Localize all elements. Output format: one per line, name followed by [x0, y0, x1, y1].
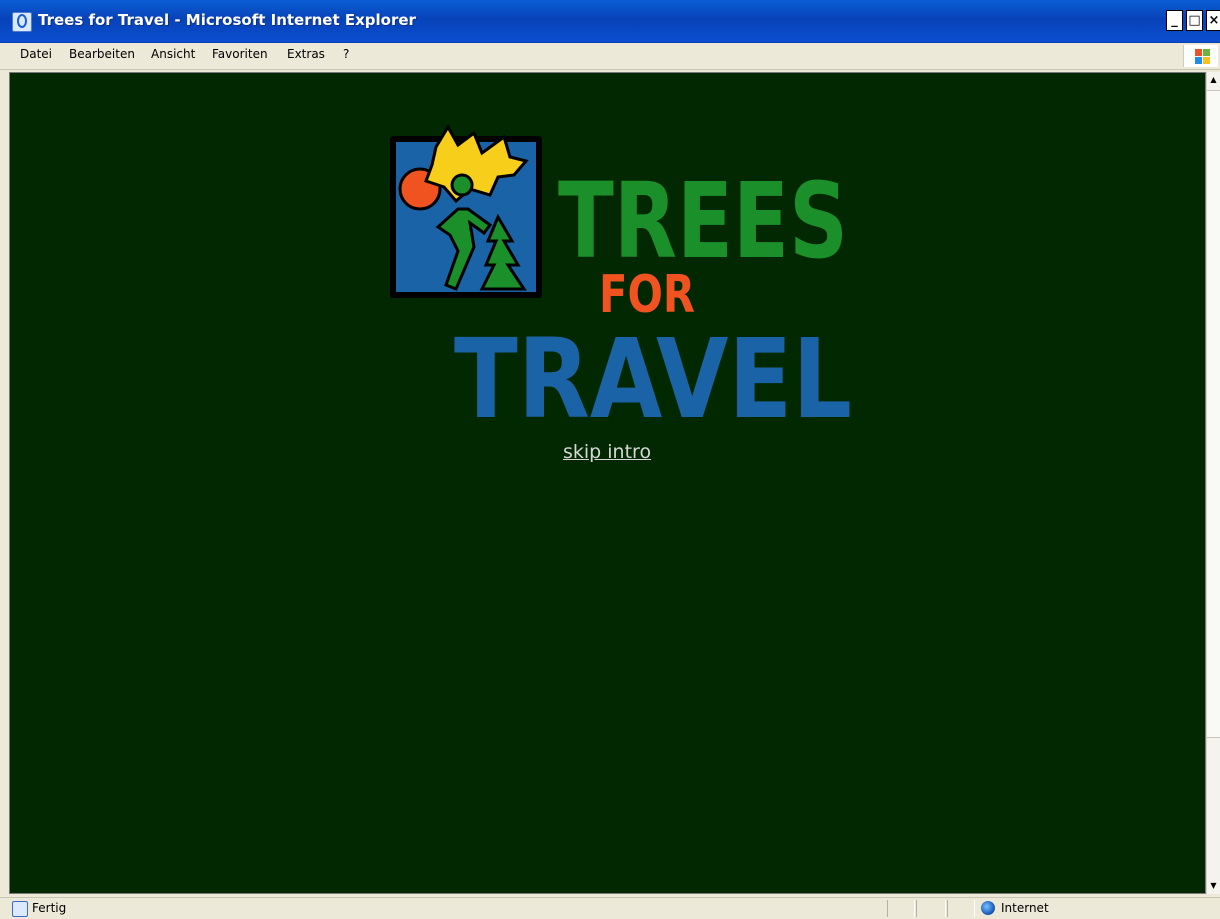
menu-datei[interactable]: Datei — [20, 47, 52, 61]
menu-help[interactable]: ? — [343, 47, 349, 61]
trees-for-travel-logo: TREES FOR TRAVEL — [390, 124, 852, 422]
security-zone-text: Internet — [1001, 901, 1049, 915]
windows-logo-icon — [1183, 45, 1218, 67]
menu-bar: Datei Bearbeiten Ansicht Favoriten Extra… — [0, 43, 1220, 70]
status-panel — [916, 900, 946, 917]
scroll-down-arrow-icon[interactable]: ▼ — [1207, 878, 1220, 894]
status-bar: Fertig Internet — [0, 897, 1220, 919]
logo-text-trees: TREES — [558, 160, 848, 282]
logo-text-travel: TRAVEL — [454, 315, 852, 422]
status-panel — [947, 900, 975, 917]
skip-intro-link[interactable]: skip intro — [563, 441, 651, 463]
scroll-up-arrow-icon[interactable]: ▲ — [1207, 72, 1220, 88]
maximize-button[interactable]: □ — [1186, 10, 1203, 31]
minimize-button[interactable]: _ — [1166, 10, 1183, 31]
scroll-thumb[interactable] — [1207, 90, 1220, 738]
page-content: TREES FOR TRAVEL skip intro — [9, 72, 1206, 894]
window-title: Trees for Travel - Microsoft Internet Ex… — [38, 11, 416, 29]
internet-zone-icon — [981, 901, 995, 915]
status-text: Fertig — [32, 901, 67, 915]
menu-extras[interactable]: Extras — [287, 47, 325, 61]
menu-favoriten[interactable]: Favoriten — [212, 47, 268, 61]
menu-bearbeiten[interactable]: Bearbeiten — [69, 47, 135, 61]
vertical-scrollbar[interactable]: ▲ ▼ — [1206, 72, 1220, 894]
page-done-icon — [12, 901, 28, 917]
close-button[interactable]: × — [1206, 10, 1220, 31]
title-bar[interactable]: Trees for Travel - Microsoft Internet Ex… — [0, 0, 1220, 43]
menu-ansicht[interactable]: Ansicht — [151, 47, 195, 61]
internet-explorer-icon — [12, 12, 32, 32]
status-panel — [887, 900, 915, 917]
